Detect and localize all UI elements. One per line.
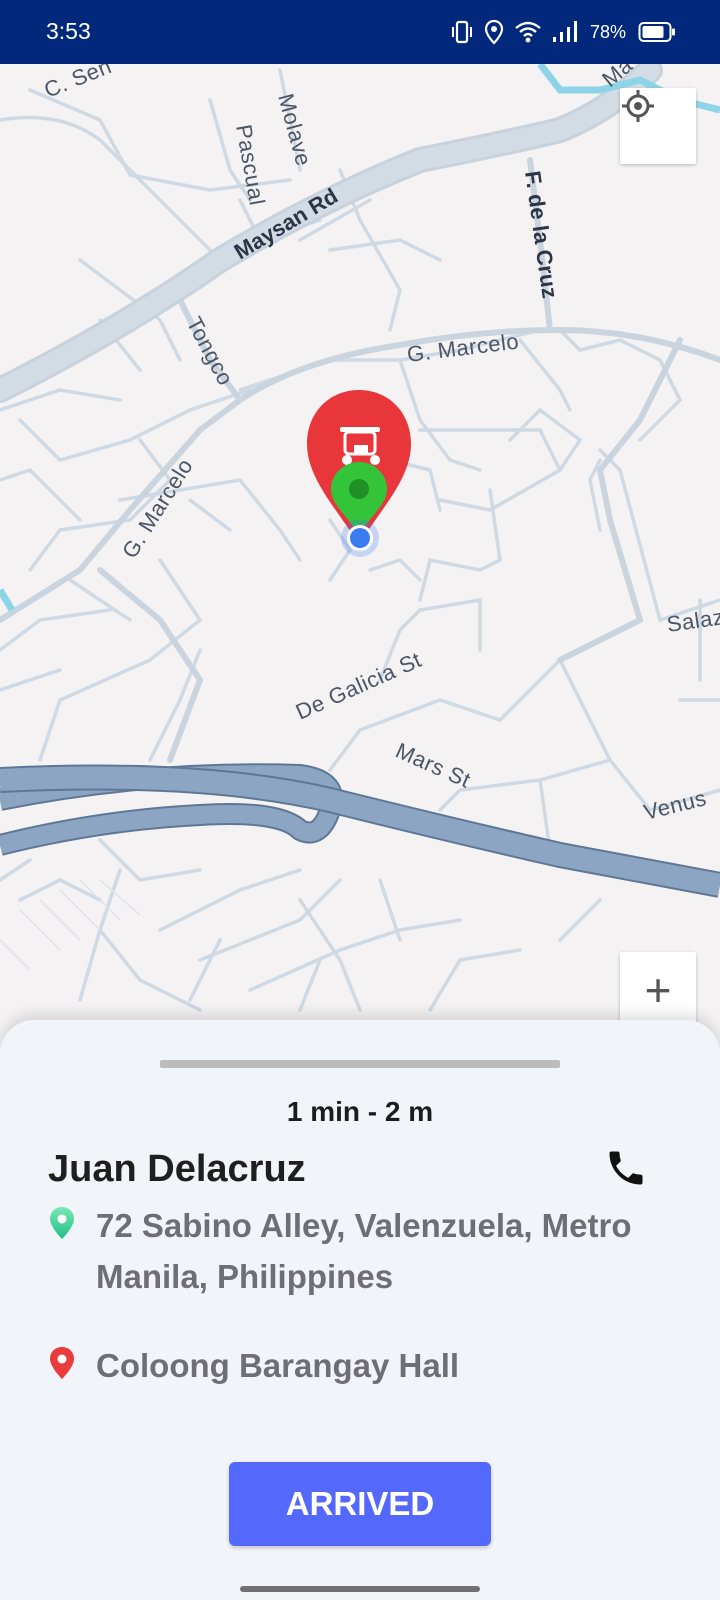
dropoff-address: Coloong Barangay Hall [96,1347,460,1384]
dropoff-location-row: Coloong Barangay Hall [48,1340,686,1391]
plus-icon: + [644,964,672,1016]
location-icon [484,19,504,45]
battery-percent: 78% [589,21,626,42]
phone-icon [604,1151,648,1194]
arrived-button[interactable]: ARRIVED [229,1462,491,1546]
status-icons: 78% [450,14,676,50]
status-time: 3:53 [46,18,91,44]
dropoff-pin-icon [48,1346,78,1385]
map-view[interactable]: C. Sen Molave Pascual Maysan Rd F. de la… [0,64,720,1024]
zoom-in-button[interactable]: + [620,952,696,1024]
driver-name: Juan Delacruz [48,1148,306,1190]
pickup-address: 72 Sabino Alley, Valenzuela, Metro Manil… [96,1207,632,1295]
my-location-button[interactable] [620,88,696,164]
status-bar: 3:53 78% [0,0,720,64]
sheet-drag-handle[interactable] [160,1060,560,1068]
system-nav-handle[interactable] [240,1586,480,1592]
wifi-icon [514,20,542,44]
pickup-pin-icon [48,1206,78,1245]
signal-icon [552,20,578,44]
trip-bottom-sheet: 1 min - 2 m Juan Delacruz 72 Sabino Alle… [0,1020,720,1600]
vibrate-icon [450,19,474,45]
call-button[interactable] [604,1146,652,1194]
pickup-location-row: 72 Sabino Alley, Valenzuela, Metro Manil… [48,1200,686,1302]
current-location-dot [341,519,379,557]
map-canvas: C. Sen Molave Pascual Maysan Rd F. de la… [0,64,720,1024]
eta-text: 1 min - 2 m [286,1096,434,1127]
battery-icon [638,21,676,43]
